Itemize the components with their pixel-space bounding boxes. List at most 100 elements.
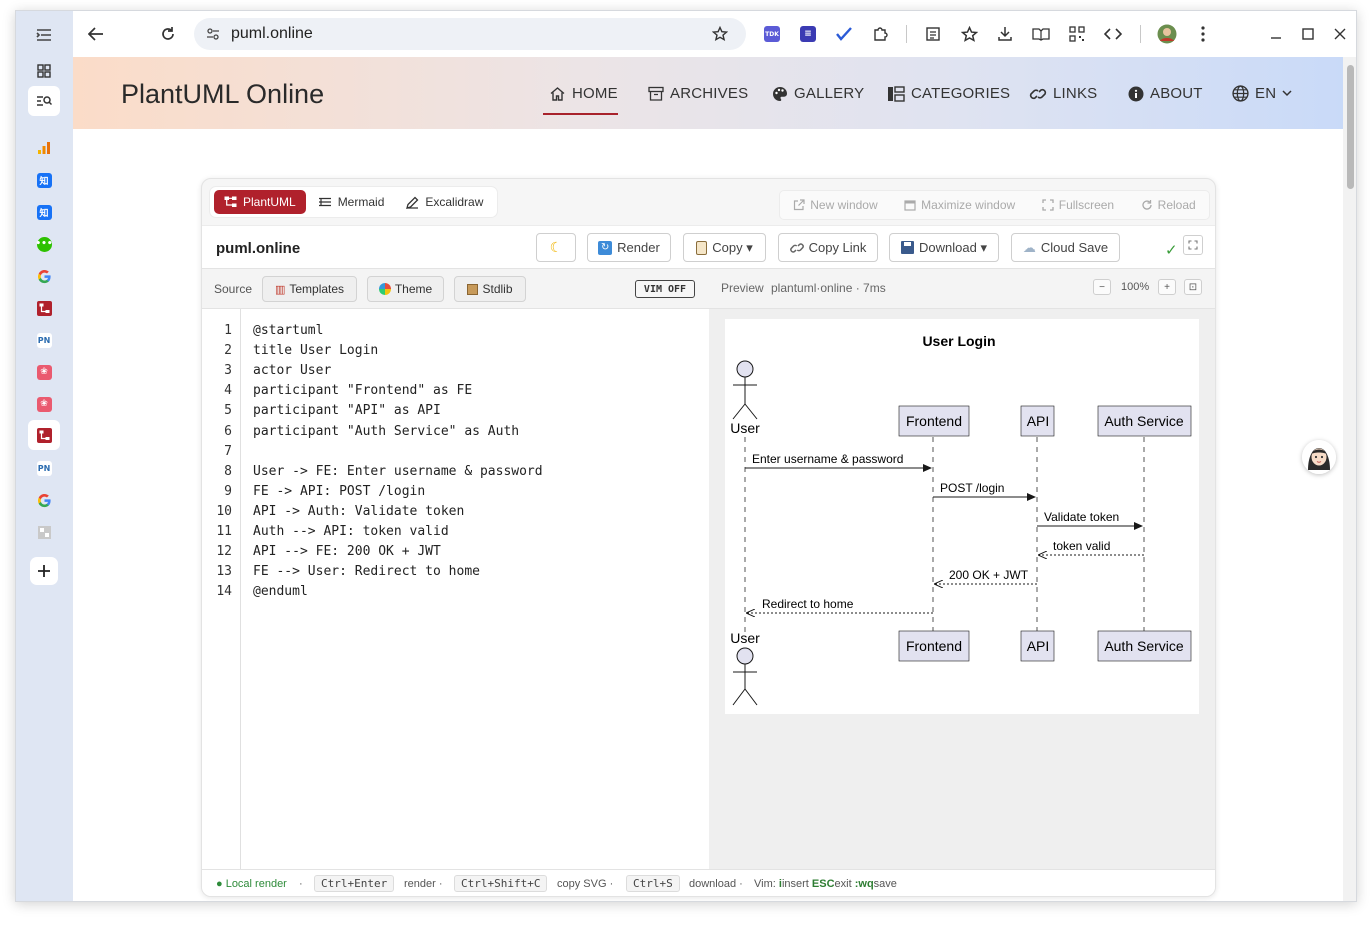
download-button[interactable]: Download ▾ (889, 233, 999, 262)
mode-tab-label: PlantUML (243, 195, 296, 209)
maximize-window-icon[interactable] (1297, 23, 1319, 45)
templates-button[interactable]: ▥ Templates (262, 276, 357, 302)
nav-gallery[interactable]: GALLERY (772, 85, 864, 102)
bookmark-star-icon[interactable] (711, 25, 729, 47)
tab-pn-icon[interactable]: PN (32, 328, 56, 352)
extensions-puzzle-icon[interactable] (869, 23, 891, 45)
reading-list-icon[interactable] (922, 23, 944, 45)
zoom-in-button[interactable]: + (1158, 279, 1176, 295)
render-button[interactable]: ↻ Render (587, 233, 671, 262)
copy-button[interactable]: Copy ▾ (683, 233, 766, 262)
reload-icon[interactable] (157, 23, 179, 45)
code-line[interactable]: API --> FE: 200 OK + JWT (253, 544, 441, 559)
sidebar-toggle-icon[interactable] (32, 23, 56, 47)
status-bar: ● Local render · Ctrl+Enter render · Ctr… (202, 869, 1215, 896)
code-line[interactable]: FE --> User: Redirect to home (253, 564, 480, 579)
code-line[interactable]: title User Login (253, 343, 378, 358)
address-bar[interactable]: puml.online (194, 18, 746, 50)
nav-categories[interactable]: CATEGORIES (887, 85, 1010, 102)
cloud-save-button[interactable]: ☁ Cloud Save (1011, 233, 1120, 262)
dark-mode-button[interactable]: ☾ (536, 233, 576, 262)
maximize-window-button[interactable]: Maximize window (904, 198, 1015, 212)
tab-flower-icon[interactable]: ❀ (32, 392, 56, 416)
tab-google-icon[interactable] (32, 264, 56, 288)
tab-google-icon[interactable] (32, 488, 56, 512)
participant-label: Auth Service (1104, 413, 1184, 429)
zoom-out-button[interactable]: − (1093, 279, 1111, 295)
url-text[interactable]: puml.online (231, 25, 313, 43)
copy-link-button[interactable]: Copy Link (778, 233, 878, 262)
profile-avatar-icon[interactable] (1156, 23, 1178, 45)
new-tab-icon[interactable] (30, 557, 58, 585)
code-line[interactable]: @enduml (253, 584, 308, 599)
nav-archives[interactable]: ARCHIVES (648, 85, 748, 102)
code-line[interactable]: actor User (253, 363, 331, 378)
books-icon: ▥ (274, 283, 286, 296)
fullscreen-button[interactable]: Fullscreen (1042, 198, 1114, 212)
minimize-window-icon[interactable] (1265, 23, 1287, 45)
stdlib-button[interactable]: Stdlib (454, 276, 526, 302)
page-scrollbar-thumb[interactable] (1347, 65, 1354, 189)
copy-link-label: Copy Link (808, 240, 867, 255)
qr-code-icon[interactable] (1066, 23, 1088, 45)
tab-pn-icon[interactable]: PN (32, 456, 56, 480)
tab-search-icon[interactable] (28, 86, 60, 116)
browser-menu-icon[interactable] (1192, 23, 1214, 45)
tab-groups-icon[interactable] (32, 59, 56, 83)
extension-tdk-icon[interactable]: TDK (761, 23, 783, 45)
tab-page-icon[interactable] (32, 520, 56, 544)
code-line[interactable]: Auth --> API: token valid (253, 524, 449, 539)
back-icon[interactable] (85, 23, 107, 45)
site-info-icon[interactable] (206, 27, 220, 46)
participant-label: Frontend (906, 413, 962, 429)
line-number-gutter: 1 2 3 4 5 6 7 8 9 10 11 12 13 14 (202, 309, 241, 869)
reload-preview-button[interactable]: Reload (1141, 198, 1196, 212)
reader-mode-icon[interactable] (1030, 23, 1052, 45)
code-line[interactable]: participant "API" as API (253, 403, 441, 418)
vim-toggle[interactable]: VIM OFF (635, 280, 695, 298)
nav-links[interactable]: LINKS (1029, 85, 1097, 102)
tab-chat-icon[interactable]: ••• (32, 232, 56, 256)
tab-flower-icon[interactable]: ❀ (32, 360, 56, 384)
line-number: 6 (224, 423, 232, 439)
line-number: 7 (224, 443, 232, 459)
new-window-button[interactable]: New window (793, 198, 878, 212)
code-line[interactable]: User -> FE: Enter username & password (253, 464, 543, 479)
expand-editor-button[interactable] (1183, 235, 1203, 255)
tab-excalidraw[interactable]: Excalidraw (396, 190, 493, 214)
line-number: 5 (224, 403, 232, 419)
site-brand[interactable]: PlantUML Online (121, 79, 324, 110)
tab-plantuml-active-icon[interactable] (28, 420, 60, 450)
code-editor[interactable]: 1 2 3 4 5 6 7 8 9 10 11 12 13 14 @startuml title User … (202, 309, 709, 869)
page-scrollbar[interactable] (1343, 57, 1356, 901)
tab-plantuml[interactable]: PlantUML (214, 190, 306, 214)
code-line[interactable]: participant "Auth Service" as Auth (253, 424, 519, 439)
theme-button[interactable]: Theme (367, 276, 444, 302)
editor-card: PlantUML Mermaid Excalidraw New window M… (201, 178, 1216, 897)
code-line[interactable]: participant "Frontend" as FE (253, 383, 472, 398)
close-window-icon[interactable] (1329, 23, 1351, 45)
tab-mermaid[interactable]: Mermaid (308, 190, 395, 214)
nav-home[interactable]: HOME (549, 85, 618, 102)
tab-zhihu-icon[interactable]: 知 (32, 168, 56, 192)
devtools-code-icon[interactable] (1102, 23, 1124, 45)
tab-zhihu-icon[interactable]: 知 (32, 200, 56, 224)
tab-plantuml-icon[interactable] (32, 296, 56, 320)
favorites-icon[interactable] (958, 23, 980, 45)
code-line[interactable]: @startuml (253, 323, 323, 338)
extension-forms-icon[interactable]: ≡ (797, 23, 819, 45)
window-action-label: Maximize window (921, 198, 1016, 212)
zoom-fit-button[interactable]: ⊡ (1184, 279, 1202, 295)
source-label: Source (214, 282, 253, 296)
tab-analytics-icon[interactable] (32, 136, 56, 160)
nav-about[interactable]: ABOUT (1128, 85, 1203, 102)
code-line[interactable]: FE -> API: POST /login (253, 484, 425, 499)
assistant-avatar-button[interactable] (1302, 440, 1336, 474)
downloads-icon[interactable] (994, 23, 1016, 45)
browser-window: 知 知 ••• PN ❀ ❀ PN puml.online TDK ≡ Plan… (15, 10, 1357, 902)
nav-language[interactable]: EN (1232, 85, 1292, 102)
code-line[interactable]: API -> Auth: Validate token (253, 504, 464, 519)
line-number: 9 (224, 483, 232, 499)
extension-check-icon[interactable] (833, 23, 855, 45)
mode-tab-label: Mermaid (337, 195, 385, 209)
